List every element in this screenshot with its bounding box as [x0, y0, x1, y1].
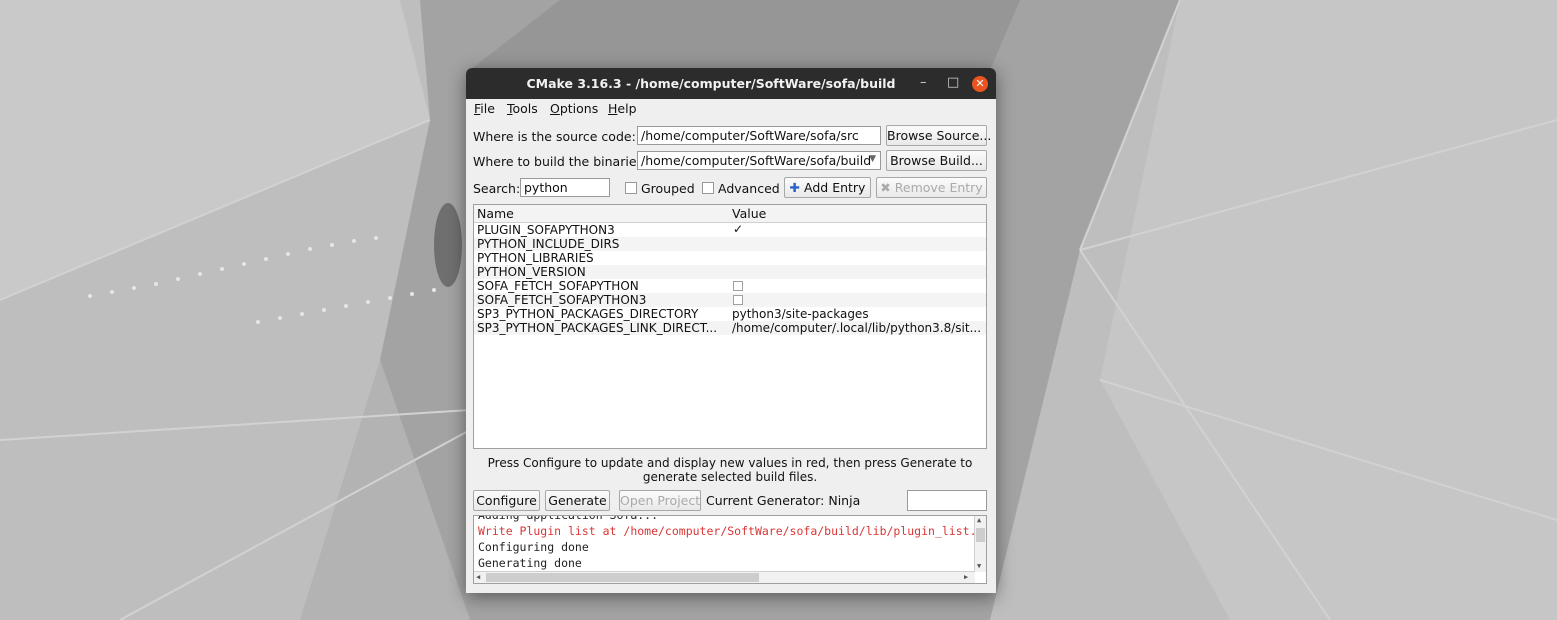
open-project-button[interactable]: Open Project	[619, 490, 701, 511]
build-label: Where to build the binaries:	[473, 154, 648, 169]
checkbox-box	[702, 182, 714, 194]
cmake-window: CMake 3.16.3 - /home/computer/SoftWare/s…	[466, 68, 996, 593]
table-row[interactable]: PYTHON_INCLUDE_DIRS	[474, 237, 986, 251]
remove-entry-button[interactable]: ✖ Remove Entry	[876, 177, 987, 198]
log-line: Write Plugin list at /home/computer/Soft…	[478, 524, 987, 538]
configure-hint: Press Configure to update and display ne…	[487, 456, 973, 484]
log-line: Generating done	[478, 556, 582, 570]
add-entry-button[interactable]: ✚ Add Entry	[784, 177, 871, 198]
menu-options[interactable]: Options	[550, 101, 598, 116]
table-row[interactable]: SOFA_FETCH_SOFAPYTHON	[474, 279, 986, 293]
value-checkbox[interactable]	[733, 295, 743, 305]
column-header-name[interactable]: Name	[477, 206, 514, 221]
table-row[interactable]: PLUGIN_SOFAPYTHON3 ✓	[474, 222, 986, 237]
cache-entry-name: SOFA_FETCH_SOFAPYTHON	[477, 279, 639, 293]
title-bar: CMake 3.16.3 - /home/computer/SoftWare/s…	[466, 68, 996, 99]
cache-entry-name: SP3_PYTHON_PACKAGES_LINK_DIRECT...	[477, 321, 718, 335]
cache-table: Name Value PLUGIN_SOFAPYTHON3 ✓ PYTHON_INC…	[473, 204, 987, 449]
maximize-icon[interactable]: □	[947, 75, 959, 91]
browse-source-button[interactable]: Browse Source...	[886, 125, 991, 146]
scroll-right-icon[interactable]: ▶	[964, 573, 968, 581]
menu-tools[interactable]: Tools	[507, 101, 538, 116]
cache-entry-value[interactable]: python3/site-packages	[732, 307, 869, 321]
log-line: Configuring done	[478, 540, 589, 554]
scroll-thumb[interactable]	[976, 528, 985, 542]
hscroll-thumb[interactable]	[486, 573, 759, 582]
log-line: Adding application Sofa...	[478, 515, 659, 522]
table-row[interactable]: PYTHON_LIBRARIES	[474, 251, 986, 265]
search-input[interactable]: python	[520, 178, 610, 197]
chevron-down-icon: ▼	[869, 154, 876, 164]
cache-entry-name: SP3_PYTHON_PACKAGES_DIRECTORY	[477, 307, 699, 321]
checkbox-box	[625, 182, 637, 194]
scroll-left-icon[interactable]: ◀	[476, 573, 480, 581]
checkmark-icon[interactable]: ✓	[733, 222, 743, 236]
cache-entry-name: PYTHON_LIBRARIES	[477, 251, 594, 265]
cache-entry-name: SOFA_FETCH_SOFAPYTHON3	[477, 293, 647, 307]
log-vertical-scrollbar[interactable]: ▲ ▼	[974, 516, 986, 572]
menu-file[interactable]: File	[474, 101, 495, 116]
search-label: Search:	[473, 181, 521, 196]
close-icon[interactable]: ✕	[972, 76, 988, 92]
output-log[interactable]: Adding application Sofa... Write Plugin l…	[473, 515, 987, 584]
table-row[interactable]: SP3_PYTHON_PACKAGES_DIRECTORY python3/sit…	[474, 307, 986, 321]
table-row[interactable]: PYTHON_VERSION	[474, 265, 986, 279]
cache-entry-name: PYTHON_VERSION	[477, 265, 586, 279]
advanced-checkbox[interactable]: Advanced	[702, 181, 780, 196]
build-path-value: /home/computer/SoftWare/sofa/build	[641, 153, 872, 168]
window-title: CMake 3.16.3 - /home/computer/SoftWare/s…	[526, 76, 896, 91]
remove-icon: ✖	[880, 180, 891, 195]
progress-field	[907, 490, 987, 511]
table-row[interactable]: SP3_PYTHON_PACKAGES_LINK_DIRECT... /home/…	[474, 321, 986, 335]
plus-icon: ✚	[789, 180, 801, 195]
minimize-icon[interactable]: –	[920, 75, 927, 91]
cache-entry-value[interactable]: /home/computer/.local/lib/python3.8/sit.…	[732, 321, 981, 335]
source-path-input[interactable]: /home/computer/SoftWare/sofa/src	[637, 126, 881, 145]
menu-bar: File Tools Options Help	[466, 99, 996, 119]
menu-help[interactable]: Help	[608, 101, 637, 116]
table-row[interactable]: SOFA_FETCH_SOFAPYTHON3	[474, 293, 986, 307]
configure-button[interactable]: Configure	[473, 490, 540, 511]
cache-entry-name: PYTHON_INCLUDE_DIRS	[477, 237, 620, 251]
value-checkbox[interactable]	[733, 281, 743, 291]
browse-build-button[interactable]: Browse Build...	[886, 150, 987, 171]
grouped-checkbox[interactable]: Grouped	[625, 181, 695, 196]
build-path-combobox[interactable]: /home/computer/SoftWare/sofa/build ▼	[637, 151, 881, 170]
scroll-up-icon[interactable]: ▲	[977, 516, 981, 524]
log-horizontal-scrollbar[interactable]: ◀ ▶	[474, 571, 975, 583]
current-generator: Current Generator: Ninja	[706, 493, 861, 508]
source-label: Where is the source code:	[473, 129, 636, 144]
table-header: Name Value	[474, 205, 986, 223]
generate-button[interactable]: Generate	[545, 490, 610, 511]
column-header-value[interactable]: Value	[732, 206, 766, 221]
cache-entry-name: PLUGIN_SOFAPYTHON3	[477, 223, 615, 237]
scroll-down-icon[interactable]: ▼	[977, 562, 981, 570]
